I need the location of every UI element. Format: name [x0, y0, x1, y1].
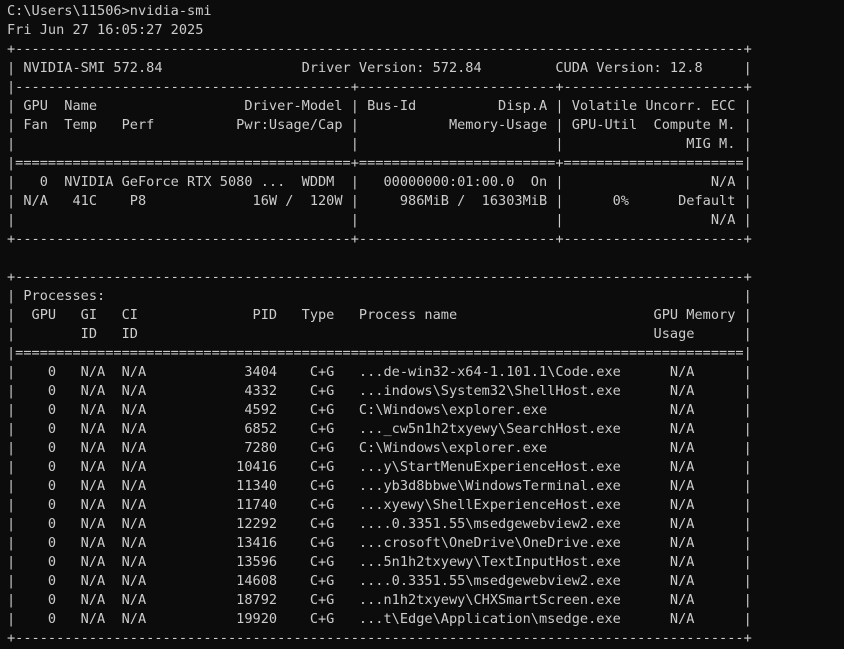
- terminal-line: | 0 N/A N/A 6852 C+G ..._cw5n1h2txyewy\S…: [7, 421, 752, 437]
- terminal-window[interactable]: C:\Users\11506>nvidia-smi Fri Jun 27 16:0…: [0, 0, 844, 649]
- terminal-line: | N/A 41C P8 16W / 120W | 986MiB / 16303…: [7, 193, 752, 209]
- terminal-line: |=======================================…: [7, 155, 752, 171]
- terminal-line: | 0 N/A N/A 13416 C+G ...crosoft\OneDriv…: [7, 535, 752, 551]
- terminal-line: +---------------------------------------…: [7, 41, 752, 57]
- command-prompt-line: C:\Users\11506>nvidia-smi: [7, 3, 212, 19]
- terminal-line: | 0 N/A N/A 10416 C+G ...y\StartMenuExpe…: [7, 459, 752, 475]
- terminal-line: | 0 N/A N/A 3404 C+G ...de-win32-x64-1.1…: [7, 364, 752, 380]
- terminal-line: | Processes: |: [7, 288, 752, 304]
- terminal-line: | NVIDIA-SMI 572.84 Driver Version: 572.…: [7, 60, 752, 76]
- terminal-line: | 0 N/A N/A 18792 C+G ...n1h2txyewy\CHXS…: [7, 592, 752, 608]
- terminal-line: | GPU GI CI PID Type Process name GPU Me…: [7, 307, 752, 323]
- terminal-line: | 0 N/A N/A 4332 C+G ...indows\System32\…: [7, 383, 752, 399]
- terminal-line: | | | N/A |: [7, 212, 752, 228]
- terminal-line: | 0 N/A N/A 12292 C+G ....0.3351.55\msed…: [7, 516, 752, 532]
- terminal-line: +---------------------------------------…: [7, 630, 752, 646]
- terminal-line: |---------------------------------------…: [7, 79, 752, 95]
- terminal-line: |=======================================…: [7, 345, 752, 361]
- terminal-line: | 0 N/A N/A 13596 C+G ...5n1h2txyewy\Tex…: [7, 554, 752, 570]
- terminal-line: | ID ID Usage |: [7, 326, 752, 342]
- terminal-line: | | | MIG M. |: [7, 136, 752, 152]
- terminal-line: | 0 N/A N/A 7280 C+G C:\Windows\explorer…: [7, 440, 752, 456]
- terminal-line: | 0 N/A N/A 14608 C+G ....0.3351.55\msed…: [7, 573, 752, 589]
- timestamp-line: Fri Jun 27 16:05:27 2025: [7, 22, 204, 38]
- terminal-line: | 0 N/A N/A 4592 C+G C:\Windows\explorer…: [7, 402, 752, 418]
- terminal-line: | Fan Temp Perf Pwr:Usage/Cap | Memory-U…: [7, 117, 752, 133]
- terminal-line: | GPU Name Driver-Model | Bus-Id Disp.A …: [7, 98, 752, 114]
- terminal-line: +---------------------------------------…: [7, 269, 752, 285]
- terminal-output: C:\Users\11506>nvidia-smi Fri Jun 27 16:0…: [7, 2, 752, 648]
- terminal-line: +---------------------------------------…: [7, 231, 752, 247]
- terminal-line: | 0 N/A N/A 11340 C+G ...yb3d8bbwe\Windo…: [7, 478, 752, 494]
- terminal-line: | 0 NVIDIA GeForce RTX 5080 ... WDDM | 0…: [7, 174, 752, 190]
- terminal-line: | 0 N/A N/A 11740 C+G ...xyewy\ShellExpe…: [7, 497, 752, 513]
- terminal-line: | 0 N/A N/A 19920 C+G ...t\Edge\Applicat…: [7, 611, 752, 627]
